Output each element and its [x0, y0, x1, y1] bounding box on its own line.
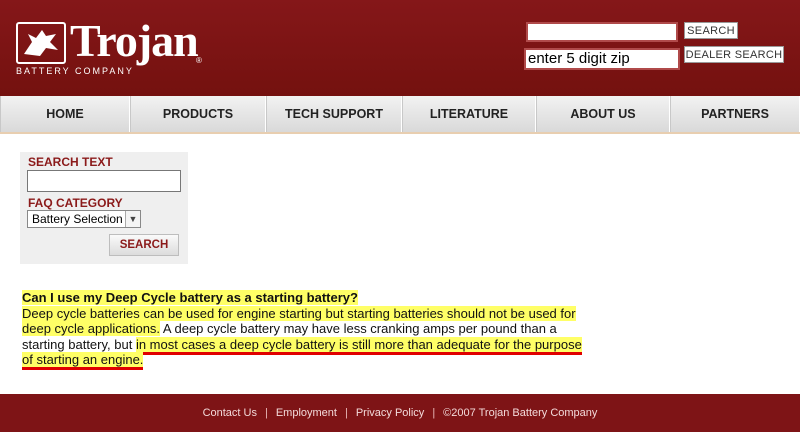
footer-copyright: ©2007 Trojan Battery Company	[443, 407, 598, 419]
zip-code-input[interactable]: enter 5 digit zip	[524, 48, 680, 70]
faq-search-panel: SEARCH TEXT FAQ CATEGORY Battery Selecti…	[20, 152, 188, 264]
nav-about-us[interactable]: ABOUT US	[536, 96, 670, 132]
registered-mark: ®	[196, 56, 202, 65]
faq-search-input[interactable]	[27, 170, 181, 192]
site-search-button[interactable]: SEARCH	[684, 22, 738, 39]
dealer-search-button[interactable]: DEALER SEARCH	[684, 46, 784, 63]
footer-divider: |	[432, 407, 436, 419]
nav-home[interactable]: HOME	[0, 96, 130, 132]
footer-bottom-strip	[0, 432, 800, 436]
site-footer: Contact Us | Employment | Privacy Policy…	[0, 394, 800, 432]
faq-entry: Can I use my Deep Cycle battery as a sta…	[22, 290, 582, 370]
faq-category-value: Battery Selection	[32, 212, 123, 226]
footer-link-contact[interactable]: Contact Us	[203, 407, 257, 419]
site-search-input[interactable]	[526, 22, 678, 42]
faq-category-label: FAQ CATEGORY	[28, 196, 123, 210]
trojan-logo[interactable]: Trojan ® BATTERY COMPANY	[16, 15, 206, 76]
horse-emblem-icon	[16, 22, 66, 64]
logo-wordmark: Trojan	[70, 15, 199, 66]
footer-link-privacy[interactable]: Privacy Policy	[356, 407, 424, 419]
main-navigation: HOME PRODUCTS TECH SUPPORT LITERATURE AB…	[0, 96, 800, 134]
nav-partners[interactable]: PARTNERS	[670, 96, 800, 132]
logo-subtitle: BATTERY COMPANY	[16, 66, 134, 76]
answer-underline-1: in most cases	[135, 336, 220, 355]
footer-divider: |	[264, 407, 268, 419]
nav-tech-support[interactable]: TECH SUPPORT	[266, 96, 402, 132]
faq-question: Can I use my Deep Cycle battery as a sta…	[22, 290, 358, 305]
faq-search-button[interactable]: SEARCH	[109, 234, 179, 256]
chevron-down-icon[interactable]: ▼	[125, 211, 140, 227]
site-header: Trojan ® BATTERY COMPANY SEARCH enter 5 …	[0, 0, 800, 96]
faq-answer: Deep cycle batteries can be used for eng…	[22, 305, 582, 370]
faq-category-select[interactable]: Battery Selection ▼	[27, 210, 141, 228]
footer-divider: |	[344, 407, 348, 419]
footer-link-employment[interactable]: Employment	[276, 407, 337, 419]
search-text-label: SEARCH TEXT	[28, 155, 113, 169]
nav-products[interactable]: PRODUCTS	[130, 96, 266, 132]
nav-literature[interactable]: LITERATURE	[402, 96, 536, 132]
